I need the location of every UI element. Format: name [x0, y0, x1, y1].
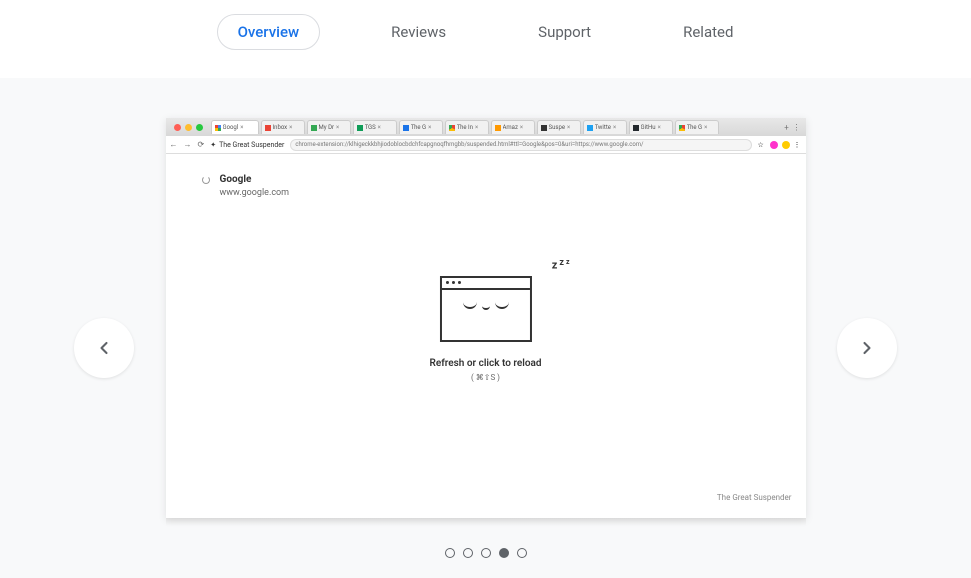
mock-tab: Inbox× [261, 120, 305, 134]
chevron-left-icon [94, 338, 114, 358]
back-icon: ← [170, 140, 178, 149]
mock-tab: The G× [399, 120, 443, 134]
chevron-right-icon [857, 338, 877, 358]
new-tab-icon: + [782, 123, 792, 132]
sleeping-window-icon [439, 276, 531, 342]
mock-browser-tabbar: Googl×Inbox×My Dr×TGS×The G×The In×Amaz×… [166, 118, 806, 136]
screenshot-image[interactable]: Googl×Inbox×My Dr×TGS×The G×The In×Amaz×… [166, 118, 806, 518]
close-icon: × [613, 124, 616, 131]
close-icon: × [378, 124, 381, 131]
close-icon: × [520, 124, 523, 131]
ext-icon-1 [770, 141, 778, 149]
favicon-icon [265, 125, 271, 131]
reload-shortcut: ( ⌘⇧S ) [429, 373, 541, 382]
mock-address-bar: ← → ⟳ ✦The Great Suspender chrome-extens… [166, 136, 806, 154]
pagination-dot[interactable] [517, 548, 527, 558]
reload-caption: Refresh or click to reload [429, 358, 541, 369]
prev-screenshot-button[interactable] [74, 318, 134, 378]
mock-browser-tabs: Googl×Inbox×My Dr×TGS×The G×The In×Amaz×… [211, 120, 782, 134]
mock-tab: The G× [675, 120, 719, 134]
nav-tabs: Overview Reviews Support Related [0, 0, 971, 78]
tab-overview[interactable]: Overview [217, 14, 321, 50]
mock-tab: Googl× [211, 120, 259, 134]
overflow-icon: ⋮ [794, 141, 802, 149]
favicon-icon [495, 125, 501, 131]
mock-tab: My Dr× [307, 120, 351, 134]
favicon-icon [449, 125, 455, 131]
site-name: Google [220, 174, 252, 185]
tab-support[interactable]: Support [517, 14, 612, 50]
close-icon: × [567, 124, 570, 131]
reload-icon: ⟳ [198, 140, 205, 149]
mock-tab: GitHu× [629, 120, 673, 134]
extension-brand: The Great Suspender [717, 493, 792, 502]
close-icon: × [428, 124, 431, 131]
ext-icon-2 [782, 141, 790, 149]
close-icon: × [240, 124, 243, 131]
screenshot-carousel: Googl×Inbox×My Dr×TGS×The G×The In×Amaz×… [0, 78, 971, 578]
url-field: chrome-extension://klhigeckkbhjiodoblocb… [290, 139, 751, 151]
pagination-dot[interactable] [499, 548, 509, 558]
star-icon: ☆ [758, 141, 766, 149]
close-icon: × [289, 124, 292, 131]
close-icon: × [336, 124, 339, 131]
tab-reviews[interactable]: Reviews [370, 14, 467, 50]
favicon-icon [679, 125, 685, 131]
page-title: The Great Suspender [219, 141, 284, 149]
loading-spinner-icon [202, 176, 210, 184]
close-icon: × [658, 124, 661, 131]
favicon-icon [541, 125, 547, 131]
pagination-dot[interactable] [481, 548, 491, 558]
traffic-lights-icon [170, 124, 207, 131]
menu-icon: ⋮ [792, 123, 802, 132]
mock-tab: Amaz× [491, 120, 535, 134]
mock-tab: TGS× [353, 120, 397, 134]
close-icon: × [475, 124, 478, 131]
site-url: www.google.com [220, 188, 776, 198]
forward-icon: → [184, 140, 192, 149]
favicon-icon [215, 125, 221, 131]
pagination-dot[interactable] [445, 548, 455, 558]
suspended-page: Google www.google.com zzz Refresh or cli… [166, 154, 806, 518]
next-screenshot-button[interactable] [837, 318, 897, 378]
favicon-icon [311, 125, 317, 131]
favicon-icon [403, 125, 409, 131]
pagination-dots [0, 548, 971, 558]
favicon-icon [633, 125, 639, 131]
favicon-icon [587, 125, 593, 131]
mock-tab: The In× [445, 120, 489, 134]
extension-icon: ✦ [210, 141, 216, 149]
close-icon: × [704, 124, 707, 131]
tab-related[interactable]: Related [662, 14, 754, 50]
favicon-icon [357, 125, 363, 131]
sleeping-icon: zzz [552, 258, 572, 272]
pagination-dot[interactable] [463, 548, 473, 558]
mock-tab: Twitte× [583, 120, 627, 134]
mock-tab: Suspe× [537, 120, 581, 134]
